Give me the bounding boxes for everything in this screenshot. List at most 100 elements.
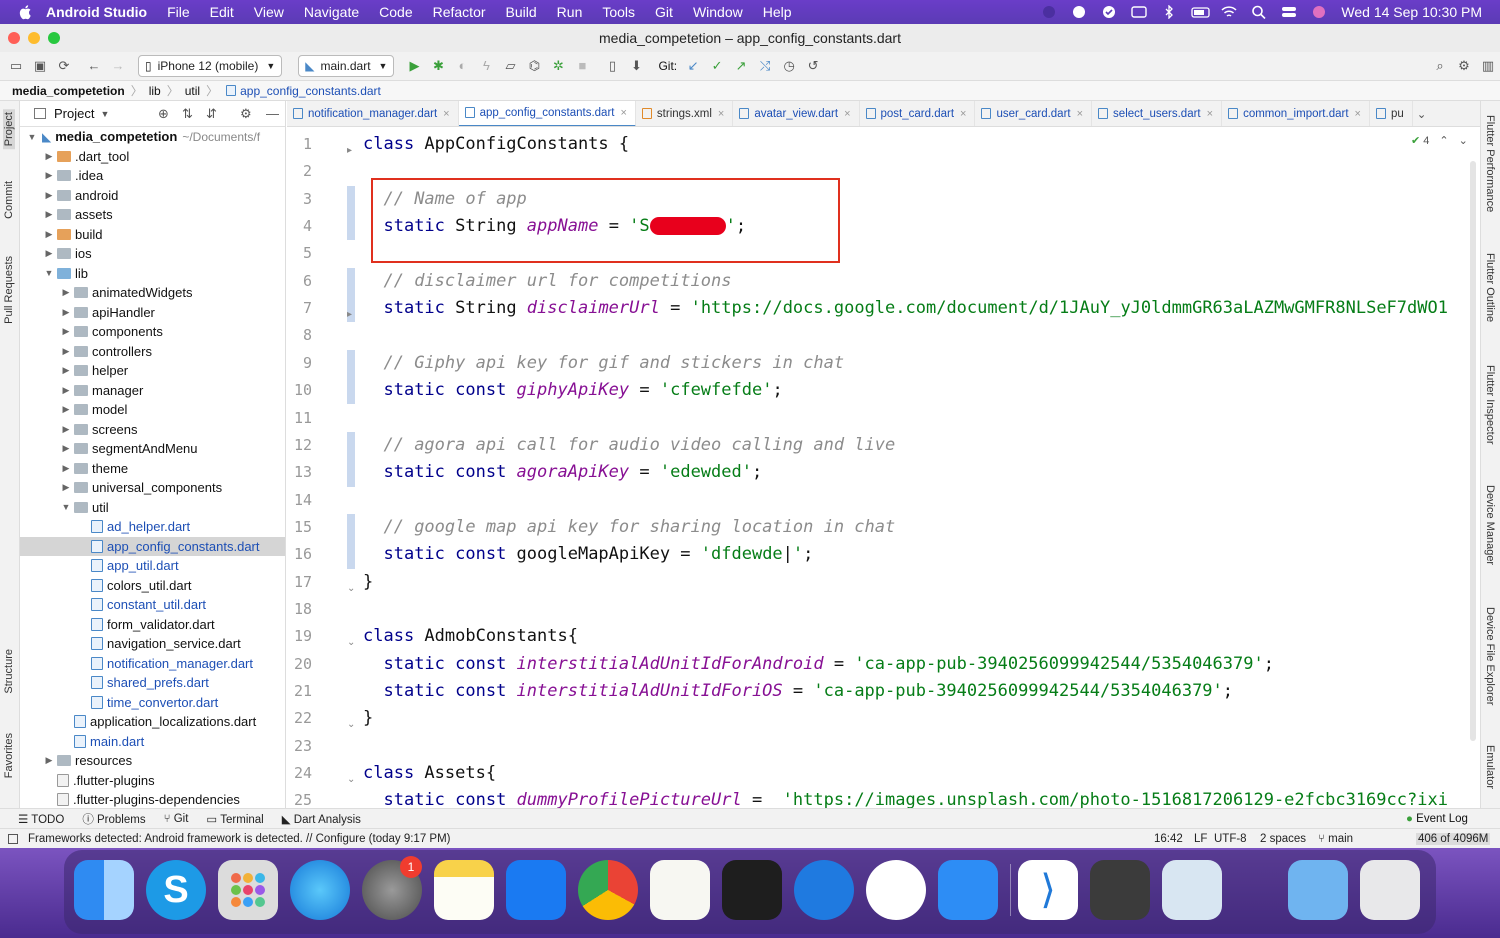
tree-item[interactable]: ▶ controllers	[20, 342, 285, 362]
event-log-button[interactable]: ● Event Log	[1406, 813, 1468, 825]
code-line[interactable]: }	[363, 705, 373, 732]
preview-icon[interactable]	[1162, 860, 1222, 920]
chevron-right-icon[interactable]: ▶	[60, 365, 72, 376]
flutter-attach-icon[interactable]: ⌬	[526, 58, 542, 74]
close-tab-icon[interactable]: ×	[960, 108, 966, 120]
tree-item[interactable]: ▶ theme	[20, 459, 285, 479]
close-tab-icon[interactable]: ×	[443, 108, 449, 120]
stop-icon[interactable]: ■	[574, 58, 590, 74]
tree-item[interactable]: ▶ model	[20, 400, 285, 420]
tree-item[interactable]: ▶ android	[20, 186, 285, 206]
menu-help[interactable]: Help	[763, 4, 792, 20]
chevron-right-icon[interactable]: ▶	[60, 346, 72, 357]
chevron-right-icon[interactable]: ▶	[60, 482, 72, 493]
quicktime-icon[interactable]	[1090, 860, 1150, 920]
menu-file[interactable]: File	[167, 4, 190, 20]
vertical-scrollbar[interactable]	[1470, 161, 1476, 741]
device-selector[interactable]: ▯ iPhone 12 (mobile) ▼	[138, 55, 283, 77]
tree-item[interactable]: ▶ apiHandler	[20, 303, 285, 323]
dart-analysis-tool-button[interactable]: ◣ Dart Analysis	[282, 812, 361, 826]
fold-icon[interactable]: ⌄	[347, 774, 357, 785]
code-line[interactable]: static String disclaimerUrl = 'https://d…	[363, 295, 1447, 322]
menu-tools[interactable]: Tools	[602, 4, 635, 20]
chevron-right-icon[interactable]: ▶	[43, 209, 55, 220]
status-loop-icon[interactable]	[1071, 5, 1087, 19]
code-line[interactable]: // disclaimer url for competitions	[363, 268, 731, 295]
open-folder-icon[interactable]: ▭	[8, 58, 24, 74]
code-line[interactable]: static const giphyApiKey = 'cfewfefde';	[363, 377, 782, 404]
tool-tab-commit[interactable]: Commit	[3, 181, 15, 219]
tree-item[interactable]: app_util.dart	[20, 556, 285, 576]
clock-app-icon[interactable]	[794, 860, 854, 920]
tree-item[interactable]: navigation_service.dart	[20, 634, 285, 654]
code-line[interactable]: // agora api call for audio video callin…	[363, 432, 895, 459]
menu-code[interactable]: Code	[379, 4, 412, 20]
breadcrumb-item[interactable]: media_competetion	[12, 84, 125, 98]
tool-tab-flutter-inspector[interactable]: Flutter Inspector	[1484, 365, 1496, 444]
chevron-right-icon[interactable]: ▶	[43, 190, 55, 201]
tool-window-icon[interactable]: ▥	[1480, 58, 1496, 74]
editor-tab[interactable]: post_card.dart ×	[860, 101, 976, 126]
editor-tab[interactable]: strings.xml ×	[636, 101, 734, 126]
chevron-down-icon[interactable]: ⌄	[1417, 107, 1427, 121]
tree-item[interactable]: ▶ screens	[20, 420, 285, 440]
git-history-icon[interactable]: ◷	[781, 58, 797, 74]
tree-item[interactable]: ▶ helper	[20, 361, 285, 381]
line-separator[interactable]: LF	[1194, 833, 1207, 845]
git-push-icon[interactable]: ↗	[733, 58, 749, 74]
tree-item[interactable]: ▶ segmentAndMenu	[20, 439, 285, 459]
attach-debugger-icon[interactable]: ▱	[502, 58, 518, 74]
menu-view[interactable]: View	[254, 4, 284, 20]
locate-icon[interactable]: ⊕	[158, 106, 169, 122]
git-tool-button[interactable]: ⑂ Git	[164, 813, 189, 825]
memory-indicator[interactable]: 406 of 4096M	[1416, 832, 1491, 845]
indent-setting[interactable]: 2 spaces	[1260, 833, 1306, 845]
tree-item[interactable]: ad_helper.dart	[20, 517, 285, 537]
fold-icon[interactable]: ⌄	[347, 637, 357, 648]
tool-tab-flutter-outline[interactable]: Flutter Outline	[1484, 253, 1496, 322]
editor-tab[interactable]: select_users.dart ×	[1092, 101, 1223, 126]
menu-navigate[interactable]: Navigate	[304, 4, 359, 20]
chevron-down-icon[interactable]: ▼	[43, 268, 55, 278]
expand-all-icon[interactable]: ⇅	[182, 106, 193, 122]
tree-item[interactable]: .flutter-plugins-dependencies	[20, 790, 285, 808]
finder-icon[interactable]	[74, 860, 134, 920]
project-panel-title[interactable]: Project	[54, 106, 94, 121]
tree-item[interactable]: application_localizations.dart	[20, 712, 285, 732]
device-manager-icon[interactable]: ▯	[604, 58, 620, 74]
tree-item[interactable]: ▶ components	[20, 322, 285, 342]
tool-tab-emulator[interactable]: Emulator	[1484, 745, 1496, 789]
spotlight-search-icon[interactable]	[1251, 5, 1267, 20]
gear-icon[interactable]: ⚙	[1456, 58, 1472, 74]
editor-tab[interactable]: user_card.dart ×	[975, 101, 1093, 126]
control-center-icon[interactable]	[1281, 5, 1297, 19]
back-arrow-icon[interactable]: ←	[86, 58, 102, 74]
hot-reload-icon[interactable]: ϟ	[478, 58, 494, 74]
code-line[interactable]: static const agoraApiKey = 'edewded';	[363, 459, 762, 486]
editor-tab[interactable]: avatar_view.dart ×	[733, 101, 860, 126]
vcs-change-marker[interactable]	[347, 431, 355, 487]
code-line[interactable]: static const interstitialAdUnitIdForiOS …	[363, 678, 1233, 705]
tool-tab-structure[interactable]: Structure	[3, 649, 15, 694]
tree-item[interactable]: constant_util.dart	[20, 595, 285, 615]
terminal-tool-button[interactable]: ▭ Terminal	[206, 812, 263, 826]
chevron-right-icon[interactable]: ▶	[43, 755, 55, 766]
tree-item[interactable]: ▶ .idea	[20, 166, 285, 186]
status-message[interactable]: Frameworks detected: Android framework i…	[28, 833, 451, 845]
editor-tab[interactable]: notification_manager.dart ×	[287, 101, 459, 126]
tree-item[interactable]: ▶ assets	[20, 205, 285, 225]
sync-icon[interactable]: ⟳	[56, 58, 72, 74]
tree-item[interactable]: ▶ animatedWidgets	[20, 283, 285, 303]
tree-item[interactable]: ▼ util	[20, 498, 285, 518]
hide-panel-icon[interactable]: —	[266, 106, 279, 121]
close-tab-icon[interactable]: ×	[620, 107, 626, 119]
search-icon[interactable]: ⌕	[1432, 58, 1448, 74]
chevron-down-icon[interactable]: ⌄	[1459, 135, 1468, 147]
tree-item[interactable]: notification_manager.dart	[20, 654, 285, 674]
wifi-icon[interactable]	[1221, 5, 1237, 19]
todo-tool-button[interactable]: ☰ TODO	[18, 812, 64, 826]
save-icon[interactable]: ▣	[32, 58, 48, 74]
close-window-button[interactable]	[8, 32, 20, 44]
tree-item[interactable]: shared_prefs.dart	[20, 673, 285, 693]
menu-refactor[interactable]: Refactor	[433, 4, 486, 20]
